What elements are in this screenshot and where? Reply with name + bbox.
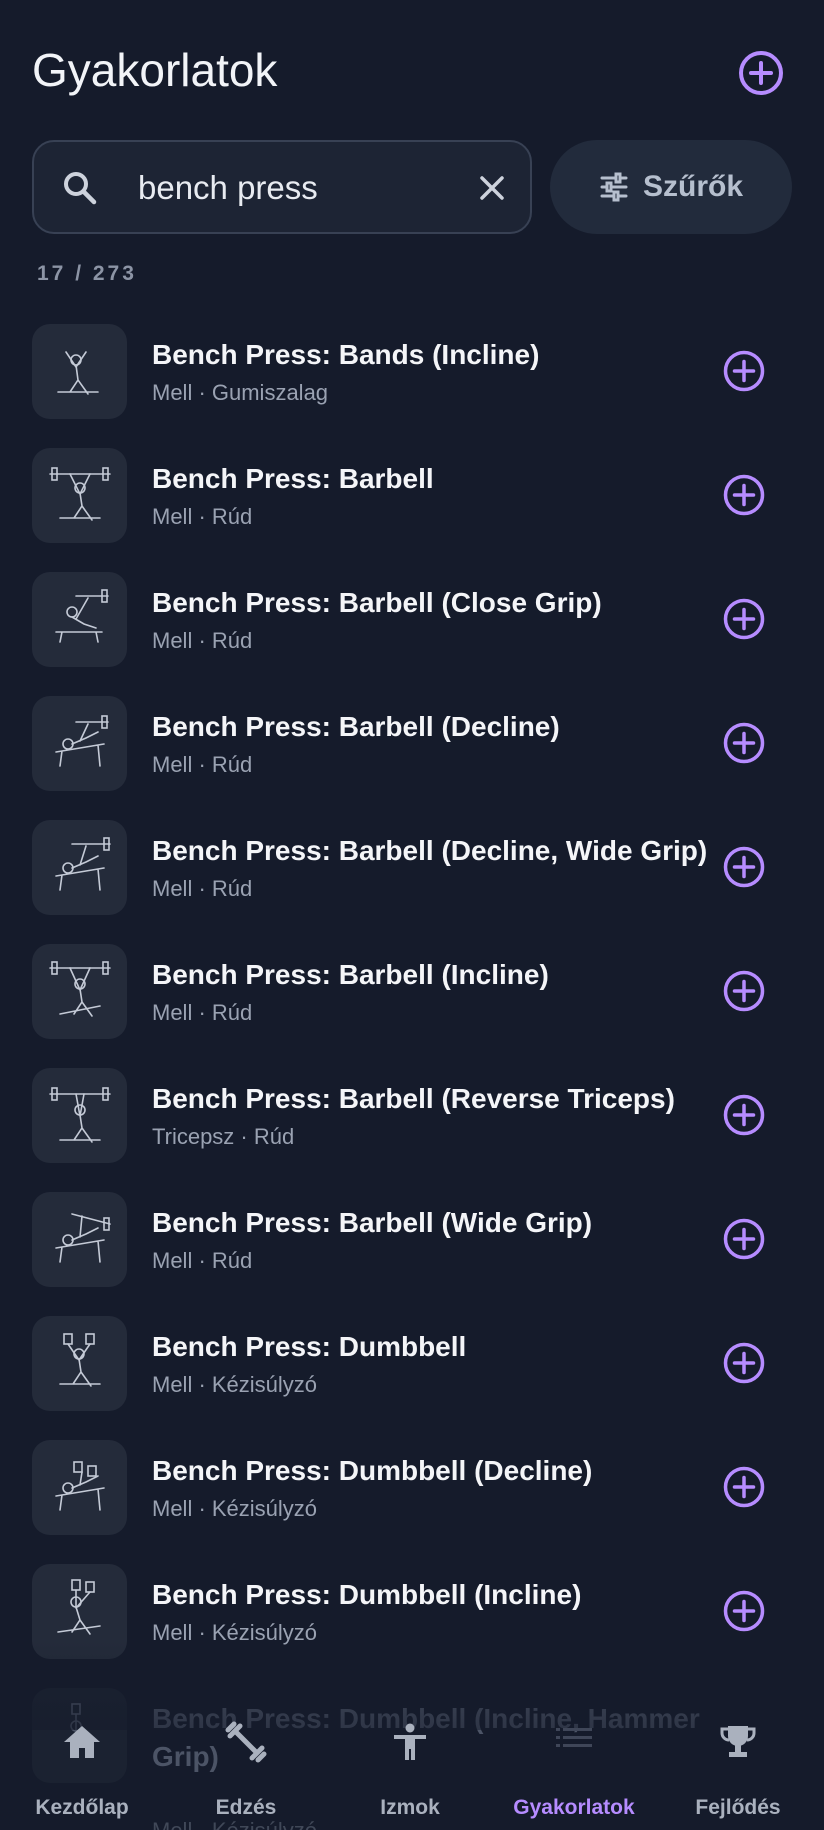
add-circle-icon[interactable]	[721, 596, 767, 642]
exercise-thumbnail	[32, 572, 127, 667]
exercise-name: Bench Press: Barbell (Close Grip)	[152, 587, 602, 618]
exercise-name: Bench Press: Barbell (Reverse Triceps)	[152, 1083, 675, 1114]
add-circle-icon[interactable]	[721, 1464, 767, 1510]
exercise-thumbnail	[32, 1068, 127, 1163]
nav-item-home[interactable]: Kezdőlap	[0, 1710, 164, 1830]
exercise-meta: Mell · Rúd	[152, 876, 253, 901]
list-item[interactable]: Bench Press: Bands (Incline) Mell · Gumi…	[0, 300, 824, 424]
exercise-figure-icon	[55, 589, 109, 643]
exercise-meta: Mell · Kézisúlyzó	[152, 1496, 318, 1521]
app-header: Gyakorlatok	[0, 0, 824, 130]
add-circle-icon[interactable]	[721, 1340, 767, 1386]
exercise-name: Bench Press: Dumbbell	[152, 1331, 467, 1362]
exercise-thumbnail	[32, 1316, 127, 1411]
person-icon	[394, 1723, 426, 1760]
exercise-meta: Mell · Rúd	[152, 1000, 253, 1025]
exercise-thumbnail	[32, 1192, 127, 1287]
exercise-thumbnail	[32, 1440, 127, 1535]
exercise-meta: Mell · Kézisúlyzó	[152, 1372, 318, 1397]
list-item[interactable]: Bench Press: Barbell (Decline) Mell · Rú…	[0, 672, 824, 796]
add-circle-icon[interactable]	[721, 968, 767, 1014]
exercise-figure-icon	[49, 961, 111, 1017]
add-circle-icon[interactable]	[721, 720, 767, 766]
exercise-thumbnail	[32, 820, 127, 915]
exercise-list: Bench Press: Bands (Incline) Mell · Gumi…	[0, 300, 824, 1830]
nav-label: Gyakorlatok	[513, 1796, 635, 1819]
list-item[interactable]: Bench Press: Barbell (Reverse Triceps) T…	[0, 1044, 824, 1168]
sliders-icon	[600, 172, 628, 202]
search-input[interactable]	[138, 160, 468, 216]
exercise-meta: Mell · Gumiszalag	[152, 380, 329, 405]
page-title: Gyakorlatok	[32, 44, 278, 96]
add-exercise-button[interactable]	[736, 48, 786, 98]
home-icon	[64, 1726, 100, 1758]
exercise-meta: Mell · Rúd	[152, 628, 253, 653]
add-circle-icon	[739, 51, 783, 95]
filters-button[interactable]: Szűrők	[550, 140, 792, 234]
exercise-figure-icon	[55, 837, 111, 891]
nav-item-exercises[interactable]: Gyakorlatok	[492, 1710, 656, 1830]
exercise-name: Bench Press: Dumbbell (Incline)	[152, 1579, 582, 1610]
nav-label: Izmok	[380, 1796, 440, 1819]
exercise-name: Bench Press: Barbell (Incline)	[152, 959, 549, 990]
exercise-meta: Mell · Rúd	[152, 504, 253, 529]
list-item[interactable]: Bench Press: Barbell (Close Grip) Mell ·…	[0, 548, 824, 672]
add-circle-icon[interactable]	[721, 1588, 767, 1634]
trophy-icon	[720, 1726, 756, 1757]
exercise-name: Bench Press: Barbell	[152, 463, 434, 494]
add-circle-icon[interactable]	[721, 348, 767, 394]
exercise-thumbnail	[32, 696, 127, 791]
dumbbell-icon	[225, 1721, 267, 1763]
exercise-thumbnail	[32, 324, 127, 419]
list-item[interactable]: Bench Press: Dumbbell Mell · Kézisúlyzó	[0, 1292, 824, 1416]
nav-label: Edzés	[215, 1796, 277, 1819]
exercise-figure-icon	[49, 1087, 111, 1143]
exercise-name: Bench Press: Bands (Incline)	[152, 339, 540, 370]
search-box	[32, 140, 532, 234]
bottom-nav: Kezdőlap Edzés Izmok Gyakorlatok Fejlődé…	[0, 1710, 824, 1830]
add-circle-icon[interactable]	[721, 472, 767, 518]
exercise-meta: Tricepsz · Rúd	[152, 1124, 295, 1149]
exercise-meta: Mell · Rúd	[152, 752, 253, 777]
exercise-figure-icon	[55, 1461, 105, 1511]
exercise-name: Bench Press: Barbell (Decline, Wide Grip…	[152, 835, 708, 866]
exercise-figure-icon	[59, 1333, 101, 1387]
exercise-figure-icon	[55, 1213, 111, 1263]
exercise-figure-icon	[55, 715, 109, 767]
close-icon[interactable]	[474, 170, 510, 206]
list-item[interactable]: Bench Press: Barbell Mell · Rúd	[0, 424, 824, 548]
exercise-name: Bench Press: Barbell (Wide Grip)	[152, 1207, 593, 1238]
nav-item-workout[interactable]: Edzés	[164, 1710, 328, 1830]
add-circle-icon[interactable]	[721, 1216, 767, 1262]
exercise-figure-icon	[49, 467, 111, 521]
exercise-thumbnail	[32, 944, 127, 1039]
list-item[interactable]: Bench Press: Dumbbell (Decline) Mell · K…	[0, 1416, 824, 1540]
exercise-meta: Mell · Rúd	[152, 1248, 253, 1273]
nav-label: Kezdőlap	[35, 1796, 129, 1819]
list-item[interactable]: Bench Press: Barbell (Wide Grip) Mell · …	[0, 1168, 824, 1292]
add-circle-icon[interactable]	[721, 844, 767, 890]
add-circle-icon[interactable]	[721, 1092, 767, 1138]
exercise-name: Bench Press: Barbell (Decline)	[152, 711, 560, 742]
nav-item-muscles[interactable]: Izmok	[328, 1710, 492, 1830]
exercise-figure-icon	[57, 351, 99, 395]
result-count: 17 / 273	[37, 262, 137, 285]
nav-label: Fejlődés	[695, 1796, 781, 1819]
list-icon	[556, 1728, 592, 1747]
exercise-name: Bench Press: Dumbbell (Decline)	[152, 1455, 593, 1486]
list-item[interactable]: Bench Press: Barbell (Incline) Mell · Rú…	[0, 920, 824, 1044]
exercise-thumbnail	[32, 448, 127, 543]
filters-label: Szűrők	[642, 170, 744, 203]
nav-item-progress[interactable]: Fejlődés	[656, 1710, 820, 1830]
exercise-figure-icon	[57, 1579, 101, 1635]
search-icon	[64, 172, 97, 205]
list-item[interactable]: Bench Press: Barbell (Decline, Wide Grip…	[0, 796, 824, 920]
